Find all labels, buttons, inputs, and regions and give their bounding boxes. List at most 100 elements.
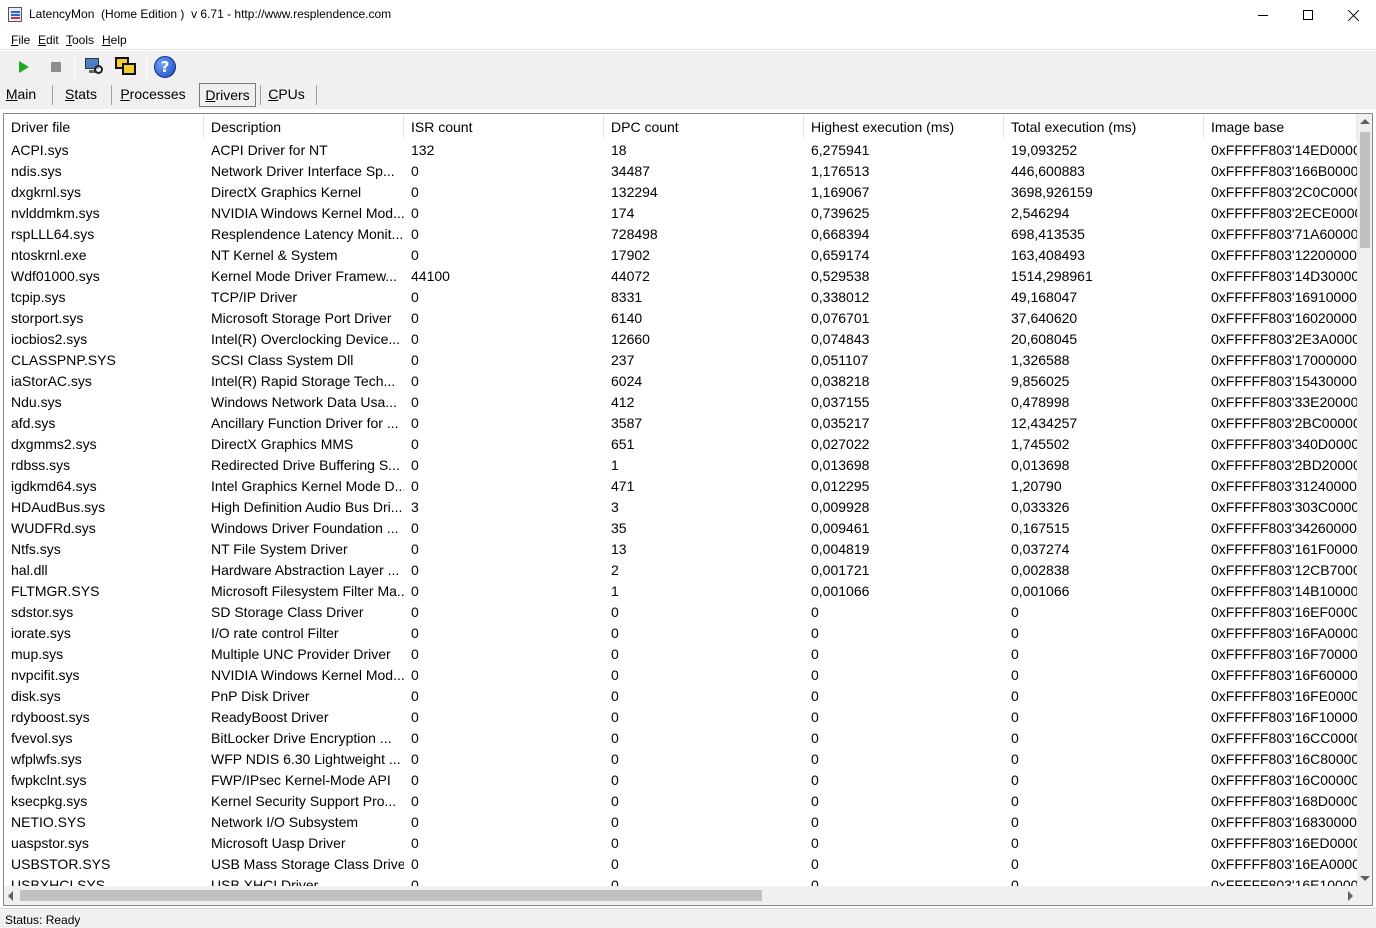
table-row[interactable]: nvpcifit.sys NVIDIA Windows Kernel Mod...… — [4, 664, 1357, 685]
cell-highest-execution: 0,739625 — [811, 205, 870, 221]
table-row[interactable]: HDAudBus.sys High Definition Audio Bus Dr… — [4, 496, 1357, 517]
table-row[interactable]: Wdf01000.sys Kernel Mode Driver Framew...… — [4, 265, 1357, 286]
table-row[interactable]: rdbss.sys Redirected Drive Buffering S...… — [4, 454, 1357, 475]
cell-dpc-count: 728498 — [611, 226, 658, 242]
scroll-right-icon[interactable] — [1348, 891, 1353, 901]
table-row[interactable]: mup.sys Multiple UNC Provider Driver 0 0 0 0 0… — [4, 643, 1357, 664]
cell-description: Network I/O Subsystem — [211, 814, 359, 830]
play-icon — [19, 61, 29, 73]
menu-help[interactable]: Help — [102, 33, 127, 47]
cell-dpc-count: 34487 — [611, 163, 650, 179]
table-row[interactable]: Ndu.sys Windows Network Data Usa... 0 412 0,… — [4, 391, 1357, 412]
table-row[interactable]: rspLLL64.sys Resplendence Latency Monit..… — [4, 223, 1357, 244]
close-button[interactable] — [1330, 0, 1376, 30]
table-row[interactable]: fvevol.sys BitLocker Drive Encryption ...… — [4, 727, 1357, 748]
cell-total-execution: 698,413535 — [1011, 226, 1085, 242]
cell-driver-file: dxgkrnl.sys — [11, 184, 82, 200]
table-row[interactable]: nvlddmkm.sys NVIDIA Windows Kernel Mod...… — [4, 202, 1357, 223]
stop-monitor-button[interactable] — [42, 53, 70, 81]
table-row[interactable]: ACPI.sys ACPI Driver for NT 132 18 6,275941 1… — [4, 139, 1357, 160]
table-row[interactable]: USBSTOR.SYS USB Mass Storage Class Driver… — [4, 853, 1357, 874]
table-row[interactable]: FLTMGR.SYS Microsoft Filesystem Filter Ma… — [4, 580, 1357, 601]
horizontal-scroll-thumb[interactable] — [20, 890, 762, 901]
cell-image-base: 0xFFFFF803'16FA0000 — [1211, 625, 1357, 641]
table-row[interactable]: tcpip.sys TCP/IP Driver 0 8331 0,338012 49,16… — [4, 286, 1357, 307]
column-header-image-base[interactable]: Image base — [1204, 114, 1357, 139]
table-row[interactable]: WUDFRd.sys Windows Driver Foundation ... 0… — [4, 517, 1357, 538]
vertical-scroll-thumb[interactable] — [1360, 132, 1370, 248]
cell-total-execution: 0,001066 — [1011, 583, 1070, 599]
cell-description: Resplendence Latency Monit... — [211, 226, 404, 242]
table-row[interactable]: fwpkclnt.sys FWP/IPsec Kernel-Mode API 0 0 0… — [4, 769, 1357, 790]
scroll-left-icon[interactable] — [8, 891, 13, 901]
cell-image-base: 0xFFFFF803'34260000 — [1211, 520, 1357, 536]
cell-dpc-count: 0 — [611, 688, 619, 704]
cell-dpc-count: 2 — [611, 562, 619, 578]
cell-dpc-count: 0 — [611, 835, 619, 851]
cell-highest-execution: 0,012295 — [811, 478, 870, 494]
table-row[interactable]: ndis.sys Network Driver Interface Sp... 0 3… — [4, 160, 1357, 181]
table-row[interactable]: sdstor.sys SD Storage Class Driver 0 0 0 0 0xF… — [4, 601, 1357, 622]
tab-cpus[interactable]: CPUs — [264, 83, 309, 107]
table-row[interactable]: USBXHCI.SYS USB XHCI Driver 0 0 0 0 0xFFFFF803… — [4, 874, 1357, 886]
table-row[interactable]: iocbios2.sys Intel(R) Overclocking Device… — [4, 328, 1357, 349]
cell-image-base: 0xFFFFF803'161F0000 — [1211, 541, 1357, 557]
table-row[interactable]: Ntfs.sys NT File System Driver 0 13 0,004819… — [4, 538, 1357, 559]
menu-file[interactable]: File — [11, 33, 30, 47]
table-row[interactable]: storport.sys Microsoft Storage Port Drive… — [4, 307, 1357, 328]
cell-description: Microsoft Filesystem Filter Ma... — [211, 583, 404, 599]
table-row[interactable]: disk.sys PnP Disk Driver 0 0 0 0 0xFFFFF803'16… — [4, 685, 1357, 706]
column-header-dpc-count[interactable]: DPC count — [604, 114, 804, 139]
tab-main[interactable]: Main — [0, 83, 42, 107]
menu-edit[interactable]: Edit — [38, 33, 59, 47]
monitor-details-button[interactable] — [80, 53, 108, 81]
table-row[interactable]: dxgkrnl.sys DirectX Graphics Kernel 0 13229… — [4, 181, 1357, 202]
cell-dpc-count: 651 — [611, 436, 635, 452]
vertical-scrollbar[interactable] — [1357, 114, 1372, 886]
column-header-highest-execution[interactable]: Highest execution (ms) — [804, 114, 1004, 139]
cell-description: SD Storage Class Driver — [211, 604, 364, 620]
maximize-button[interactable] — [1285, 0, 1331, 30]
scroll-down-icon[interactable] — [1360, 876, 1370, 881]
cell-image-base: 0xFFFFF803'15430000 — [1211, 373, 1357, 389]
cell-description: Intel(R) Overclocking Device... — [211, 331, 401, 347]
column-header-isr-count[interactable]: ISR count — [404, 114, 604, 139]
menu-tools[interactable]: Tools — [66, 33, 94, 47]
cell-highest-execution: 0 — [811, 856, 819, 872]
cell-dpc-count: 471 — [611, 478, 635, 494]
windows-button[interactable] — [112, 53, 140, 81]
table-row[interactable]: wfplwfs.sys WFP NDIS 6.30 Lightweight ...… — [4, 748, 1357, 769]
scroll-up-icon[interactable] — [1360, 119, 1370, 124]
table-row[interactable]: ntoskrnl.exe NT Kernel & System 0 17902 0,65… — [4, 244, 1357, 265]
table-row[interactable]: uaspstor.sys Microsoft Uasp Driver 0 0 0 0 0xF… — [4, 832, 1357, 853]
column-header-total-execution[interactable]: Total execution (ms) — [1004, 114, 1204, 139]
table-row[interactable]: NETIO.SYS Network I/O Subsystem 0 0 0 0 0xFFFF… — [4, 811, 1357, 832]
column-header-driver-file[interactable]: Driver file — [4, 114, 204, 139]
cell-image-base: 0xFFFFF803'340D0000 — [1211, 436, 1357, 452]
minimize-button[interactable] — [1240, 0, 1286, 30]
table-row[interactable]: afd.sys Ancillary Function Driver for ...… — [4, 412, 1357, 433]
table-row[interactable]: iorate.sys I/O rate control Filter 0 0 0 0 0xF… — [4, 622, 1357, 643]
cell-total-execution: 20,608045 — [1011, 331, 1078, 347]
horizontal-scrollbar[interactable] — [4, 886, 1357, 905]
cell-total-execution: 0 — [1011, 667, 1019, 683]
table-row[interactable]: ksecpkg.sys Kernel Security Support Pro..… — [4, 790, 1357, 811]
table-row[interactable]: dxgmms2.sys DirectX Graphics MMS 0 651 0,027… — [4, 433, 1357, 454]
tab-stats[interactable]: Stats — [58, 83, 104, 107]
table-row[interactable]: hal.dll Hardware Abstraction Layer ... 0 2 0… — [4, 559, 1357, 580]
tab-bar: Main Stats Processes Drivers CPUs — [0, 82, 1376, 109]
table-row[interactable]: igdkmd64.sys Intel Graphics Kernel Mode D… — [4, 475, 1357, 496]
cell-image-base: 0xFFFFF803'16F70000 — [1211, 646, 1357, 662]
table-row[interactable]: iaStorAC.sys Intel(R) Rapid Storage Tech.… — [4, 370, 1357, 391]
start-monitor-button[interactable] — [10, 53, 38, 81]
tab-processes[interactable]: Processes — [117, 83, 189, 107]
cell-highest-execution: 0 — [811, 877, 819, 886]
tab-drivers[interactable]: Drivers — [199, 83, 256, 107]
table-row[interactable]: CLASSPNP.SYS SCSI Class System Dll 0 237 0,0… — [4, 349, 1357, 370]
table-row[interactable]: rdyboost.sys ReadyBoost Driver 0 0 0 0 0xFFFFF… — [4, 706, 1357, 727]
cell-total-execution: 0 — [1011, 604, 1019, 620]
cell-description: Kernel Mode Driver Framew... — [211, 268, 397, 284]
cell-highest-execution: 0,037155 — [811, 394, 870, 410]
column-header-description[interactable]: Description — [204, 114, 404, 139]
help-button[interactable]: ? — [151, 53, 179, 81]
